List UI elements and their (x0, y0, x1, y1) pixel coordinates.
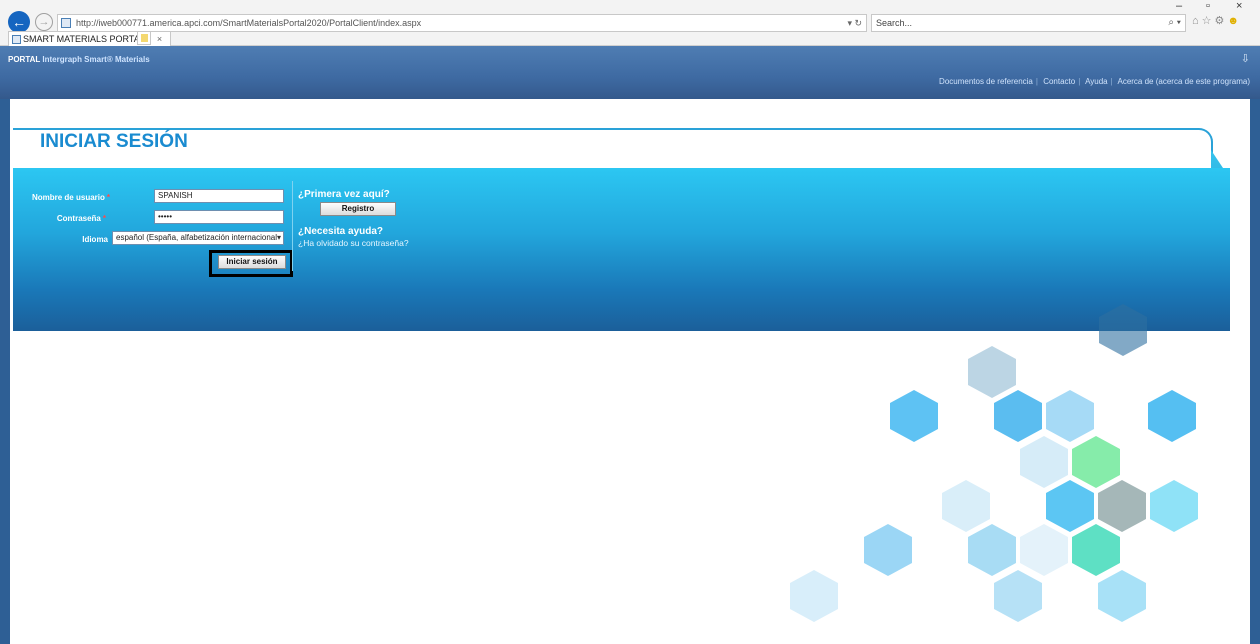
feedback-smiley-icon[interactable]: ☻ (1227, 15, 1242, 27)
favicon-icon (61, 18, 71, 28)
search-placeholder: Search... (876, 18, 913, 28)
close-tab-icon[interactable]: × (157, 34, 162, 44)
export-icon[interactable]: ⇩ (1241, 52, 1250, 65)
app-title: PORTAL Intergraph Smart® Materials (8, 55, 150, 64)
url-text: http://iweb000771.america.apci.com/Smart… (76, 18, 422, 28)
brand-label: Intergraph Smart® Materials (42, 55, 150, 64)
language-value: español (España, alfabetización internac… (116, 233, 280, 242)
minimize-button[interactable]: – (1176, 0, 1182, 12)
link-acerca[interactable]: Acerca de (acerca de este programa) (1117, 77, 1250, 86)
first-time-heading: ¿Primera vez aquí? (298, 189, 390, 200)
gear-icon[interactable]: ⚙ (1215, 15, 1228, 27)
maximize-button[interactable]: ▫ (1206, 0, 1210, 12)
toolbar-icons: ⌂☆⚙☻ (1192, 14, 1242, 27)
need-help-heading: ¿Necesita ayuda? (298, 226, 384, 237)
search-icon[interactable]: ⌕ ▾ (1168, 15, 1181, 31)
login-panel-header (13, 128, 1213, 168)
form-divider (292, 181, 293, 271)
new-tab-button[interactable] (137, 31, 151, 45)
forward-icon[interactable]: → (35, 13, 53, 31)
password-label: Contraseña * (56, 214, 106, 223)
address-bar[interactable]: http://iweb000771.america.apci.com/Smart… (57, 14, 867, 32)
page-title: INICIAR SESIÓN (40, 131, 192, 153)
tab-favicon-icon (12, 35, 21, 44)
username-input[interactable]: SPANISH (154, 189, 284, 203)
username-label: Nombre de usuario * (31, 193, 110, 202)
language-select[interactable]: español (España, alfabetización internac… (112, 231, 284, 245)
register-button[interactable]: Registro (320, 202, 396, 216)
link-contacto[interactable]: Contacto (1043, 77, 1075, 86)
home-icon[interactable]: ⌂ (1192, 15, 1202, 27)
browser-chrome: ← → http://iweb000771.america.apci.com/S… (0, 0, 1260, 46)
link-ayuda[interactable]: Ayuda (1085, 77, 1108, 86)
login-button[interactable]: Iniciar sesión (218, 255, 286, 269)
refresh-icon[interactable]: ▾ ↻ (847, 15, 862, 31)
favorites-icon[interactable]: ☆ (1202, 15, 1215, 27)
portal-label: PORTAL (8, 55, 41, 64)
link-documentos[interactable]: Documentos de referencia (939, 77, 1033, 86)
close-window-button[interactable]: × (1236, 0, 1242, 12)
forgot-password-link[interactable]: ¿Ha olvidado su contraseña? (298, 238, 409, 248)
back-icon[interactable]: ← (8, 11, 30, 33)
app-header: PORTAL Intergraph Smart® Materials ⇩ Doc… (0, 46, 1260, 99)
browser-search-input[interactable]: Search... ⌕ ▾ (871, 14, 1186, 32)
frame-right (1250, 99, 1260, 644)
password-input[interactable]: ••••• (154, 210, 284, 224)
top-links: Documentos de referencia | Contacto | Ayud… (939, 77, 1250, 86)
tab-title: SMART MATERIALS PORTAL (23, 34, 145, 44)
language-label: Idioma (82, 235, 108, 244)
frame-left (0, 99, 10, 644)
chevron-down-icon: ▾ (276, 232, 281, 244)
